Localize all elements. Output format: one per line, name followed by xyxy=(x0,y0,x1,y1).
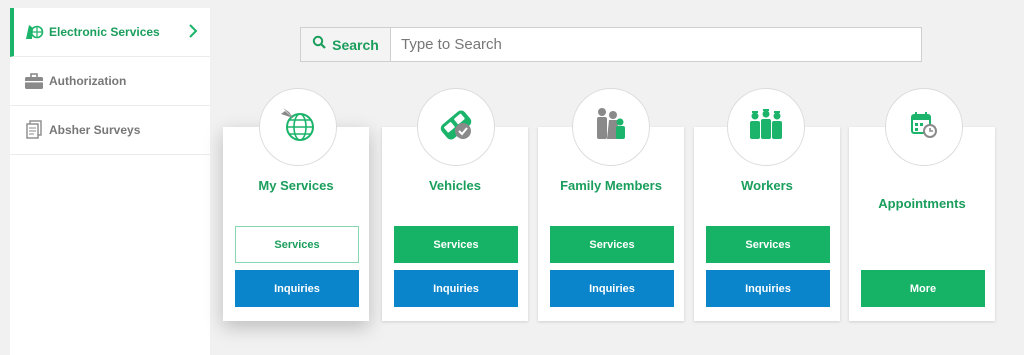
documents-icon xyxy=(24,120,44,140)
card-title: My Services xyxy=(258,178,334,193)
search-icon xyxy=(312,35,326,54)
sidebar-item-authorization[interactable]: Authorization xyxy=(10,57,210,106)
electronic-services-icon xyxy=(24,22,44,42)
briefcase-icon xyxy=(24,71,44,91)
globe-icon xyxy=(275,102,321,153)
more-button[interactable]: More xyxy=(861,270,985,307)
services-button[interactable]: Services xyxy=(706,226,830,263)
workers-icon xyxy=(743,102,789,153)
services-button[interactable]: Services xyxy=(235,226,359,263)
chevron-right-icon xyxy=(188,23,198,44)
card-icon-circle xyxy=(259,88,337,166)
card-title: Appointments xyxy=(878,196,966,211)
inquiries-button[interactable]: Inquiries xyxy=(394,270,518,307)
sidebar-item-label: Electronic Services xyxy=(49,25,160,39)
card-title: Workers xyxy=(741,178,793,193)
search-input[interactable] xyxy=(391,28,921,61)
sidebar-item-absher-surveys[interactable]: Absher Surveys xyxy=(10,106,210,155)
services-button[interactable]: Services xyxy=(550,226,674,263)
card-title: Family Members xyxy=(560,178,662,193)
search-button[interactable]: Search xyxy=(301,28,391,61)
card-icon-circle xyxy=(417,88,495,166)
sidebar-item-label: Authorization xyxy=(49,74,127,88)
card-icon-circle xyxy=(885,88,963,166)
inquiries-button[interactable]: Inquiries xyxy=(550,270,674,307)
card-title: Vehicles xyxy=(428,178,482,193)
car-check-icon xyxy=(433,102,479,153)
card-icon-circle xyxy=(572,88,650,166)
search-button-label: Search xyxy=(332,36,379,53)
inquiries-button[interactable]: Inquiries xyxy=(706,270,830,307)
card-icon-circle xyxy=(727,88,805,166)
sidebar-item-electronic-services[interactable]: Electronic Services xyxy=(10,8,210,57)
sidebar-item-label: Absher Surveys xyxy=(49,123,141,137)
services-button[interactable]: Services xyxy=(394,226,518,263)
inquiries-button[interactable]: Inquiries xyxy=(235,270,359,307)
search-bar: Search xyxy=(300,27,922,62)
calendar-clock-icon xyxy=(908,109,940,146)
sidebar: Electronic Services Authorization Absher… xyxy=(10,8,210,355)
family-icon xyxy=(588,102,634,153)
